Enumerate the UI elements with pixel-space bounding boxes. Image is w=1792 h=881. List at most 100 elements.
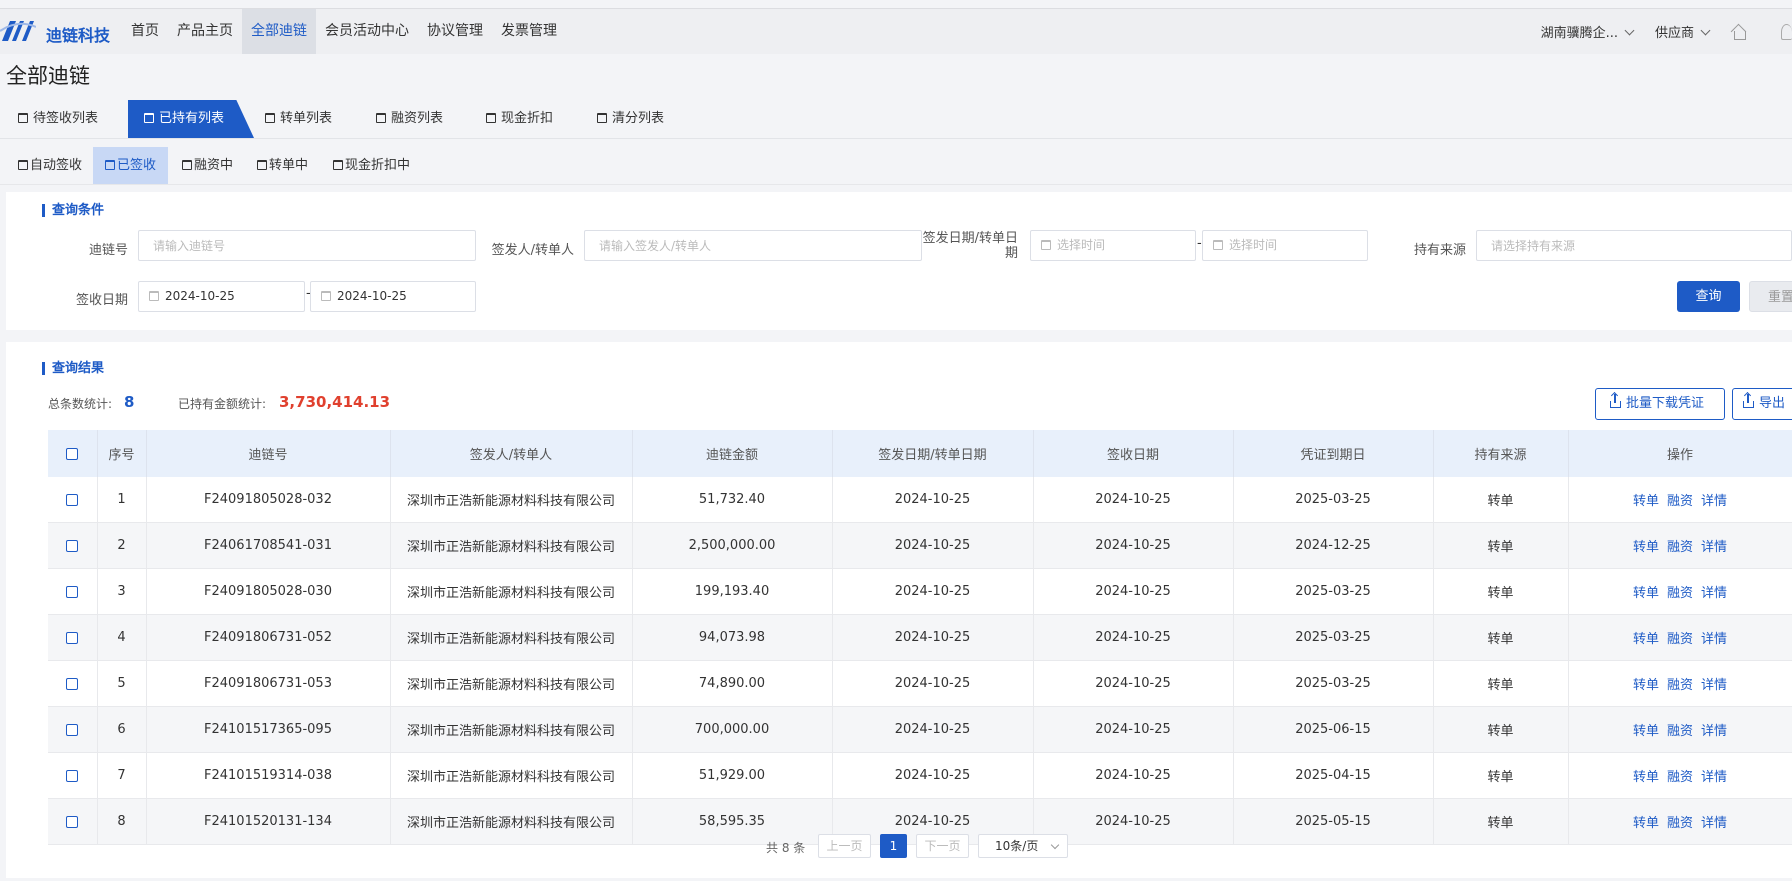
- issuer-input[interactable]: [584, 230, 922, 261]
- cell-amount: 2,500,000.00: [632, 522, 833, 569]
- subtab-label: 融资中: [194, 158, 234, 173]
- cell-actions: 转单 融资 详情: [1568, 706, 1792, 753]
- batch-download-button[interactable]: 批量下载凭证: [1595, 388, 1725, 420]
- nav-home[interactable]: 首页: [122, 9, 168, 54]
- subtab-financing[interactable]: 融资中: [182, 147, 233, 184]
- company-name: 湖南骥腾企...: [1540, 26, 1618, 41]
- row-checkbox[interactable]: [66, 539, 79, 552]
- select-all-checkbox[interactable]: [66, 447, 79, 460]
- calendar-icon: [18, 160, 28, 170]
- prev-page-button[interactable]: 上一页: [818, 834, 871, 858]
- batch-download-label: 批量下载凭证: [1626, 396, 1705, 411]
- cell-sign-date: 2024-10-25: [1033, 660, 1234, 707]
- search-button[interactable]: 查询: [1677, 281, 1740, 312]
- cell-due-date: 2024-12-25: [1233, 522, 1434, 569]
- cell-no: 1: [97, 477, 147, 523]
- next-page-button[interactable]: 下一页: [916, 834, 969, 858]
- chain-no-input[interactable]: [138, 230, 476, 261]
- cell-issue-date: 2024-10-25: [832, 660, 1034, 707]
- subtab-auto-sign[interactable]: 自动签收: [18, 147, 82, 184]
- cell-no: 5: [97, 660, 147, 707]
- upload-icon: [1743, 394, 1754, 408]
- row-checkbox[interactable]: [66, 815, 79, 828]
- calendar-icon: [144, 113, 154, 123]
- transfer-link[interactable]: 转单: [1633, 494, 1659, 509]
- tab-clearing-list[interactable]: 清分列表: [597, 100, 664, 138]
- transfer-link[interactable]: 转单: [1633, 632, 1659, 647]
- detail-link[interactable]: 详情: [1701, 540, 1727, 555]
- issue-date-start-picker[interactable]: 选择时间: [1030, 230, 1196, 261]
- row-checkbox[interactable]: [66, 677, 79, 690]
- page-number-1[interactable]: 1: [880, 834, 907, 858]
- detail-link[interactable]: 详情: [1701, 770, 1727, 785]
- finance-link[interactable]: 融资: [1667, 494, 1693, 509]
- tab-label: 清分列表: [612, 111, 665, 126]
- nav-all-chains[interactable]: 全部迪链: [242, 9, 316, 54]
- detail-link[interactable]: 详情: [1701, 724, 1727, 739]
- finance-link[interactable]: 融资: [1667, 770, 1693, 785]
- reset-button[interactable]: 重置: [1749, 281, 1792, 312]
- finance-link[interactable]: 融资: [1667, 724, 1693, 739]
- subtab-transferring[interactable]: 转单中: [257, 147, 308, 184]
- row-checkbox[interactable]: [66, 769, 79, 782]
- col-header-issuer: 签发人/转单人: [390, 430, 633, 477]
- cell-issue-date: 2024-10-25: [832, 522, 1034, 569]
- finance-link[interactable]: 融资: [1667, 540, 1693, 555]
- transfer-link[interactable]: 转单: [1633, 586, 1659, 601]
- detail-link[interactable]: 详情: [1701, 586, 1727, 601]
- transfer-link[interactable]: 转单: [1633, 540, 1659, 555]
- detail-link[interactable]: 详情: [1701, 494, 1727, 509]
- detail-link[interactable]: 详情: [1701, 632, 1727, 647]
- tab-held-list[interactable]: 已持有列表: [128, 100, 254, 138]
- transfer-link[interactable]: 转单: [1633, 678, 1659, 693]
- cell-issue-date: 2024-10-25: [832, 614, 1034, 661]
- nav-invoices[interactable]: 发票管理: [492, 9, 566, 54]
- tab-pending-sign[interactable]: 待签收列表: [18, 100, 98, 138]
- sign-date-end-picker[interactable]: 2024-10-25: [310, 281, 476, 312]
- issue-date-end-picker[interactable]: 选择时间: [1202, 230, 1368, 261]
- issuer-label: 签发人/转单人: [491, 243, 574, 258]
- cell-no: 2: [97, 522, 147, 569]
- finance-link[interactable]: 融资: [1667, 586, 1693, 601]
- nav-products[interactable]: 产品主页: [168, 9, 242, 54]
- cell-issuer: 深圳市正浩新能源材料科技有限公司: [390, 752, 633, 799]
- user-icon[interactable]: [1781, 23, 1792, 40]
- finance-link[interactable]: 融资: [1667, 678, 1693, 693]
- sign-date-start-value: 2024-10-25: [165, 289, 235, 303]
- company-dropdown[interactable]: 湖南骥腾企...: [1540, 22, 1635, 41]
- tab-cash-discount[interactable]: 现金折扣: [486, 100, 553, 138]
- row-checkbox[interactable]: [66, 723, 79, 736]
- source-select[interactable]: [1476, 230, 1792, 261]
- cell-chain-no: F24091805028-030: [146, 568, 391, 615]
- export-button[interactable]: 导出: [1732, 388, 1792, 420]
- tab-financing-list[interactable]: 融资列表: [376, 100, 443, 138]
- row-checkbox[interactable]: [66, 493, 79, 506]
- page-size-select[interactable]: 10条/页: [978, 834, 1068, 858]
- cell-chain-no: F24061708541-031: [146, 522, 391, 569]
- finance-link[interactable]: 融资: [1667, 632, 1693, 647]
- sign-date-start-picker[interactable]: 2024-10-25: [138, 281, 305, 312]
- col-header-issue-date: 签发日期/转单日期: [832, 430, 1034, 477]
- role-dropdown[interactable]: 供应商: [1655, 22, 1711, 41]
- calendar-icon: [376, 113, 386, 123]
- home-icon[interactable]: [1731, 25, 1747, 40]
- nav-agreements[interactable]: 协议管理: [418, 9, 492, 54]
- subtab-signed[interactable]: 已签收: [93, 147, 169, 184]
- detail-link[interactable]: 详情: [1701, 678, 1727, 693]
- main-tabs: 待签收列表 已持有列表 转单列表 融资列表 现金折扣 清分列表: [0, 100, 1792, 139]
- subtab-cash-discounting[interactable]: 现金折扣中: [333, 147, 410, 184]
- cell-actions: 转单 融资 详情: [1568, 522, 1792, 569]
- transfer-link[interactable]: 转单: [1633, 724, 1659, 739]
- row-checkbox[interactable]: [66, 631, 79, 644]
- tab-transfer-list[interactable]: 转单列表: [265, 100, 332, 138]
- row-checkbox[interactable]: [66, 585, 79, 598]
- cell-issuer: 深圳市正浩新能源材料科技有限公司: [390, 568, 633, 615]
- detail-link[interactable]: 详情: [1701, 816, 1727, 831]
- finance-link[interactable]: 融资: [1667, 816, 1693, 831]
- nav-member-center[interactable]: 会员活动中心: [316, 9, 418, 54]
- transfer-link[interactable]: 转单: [1633, 816, 1659, 831]
- cell-chain-no: F24101519314-038: [146, 752, 391, 799]
- row-select-cell: [48, 522, 98, 569]
- cell-actions: 转单 融资 详情: [1568, 614, 1792, 661]
- transfer-link[interactable]: 转单: [1633, 770, 1659, 785]
